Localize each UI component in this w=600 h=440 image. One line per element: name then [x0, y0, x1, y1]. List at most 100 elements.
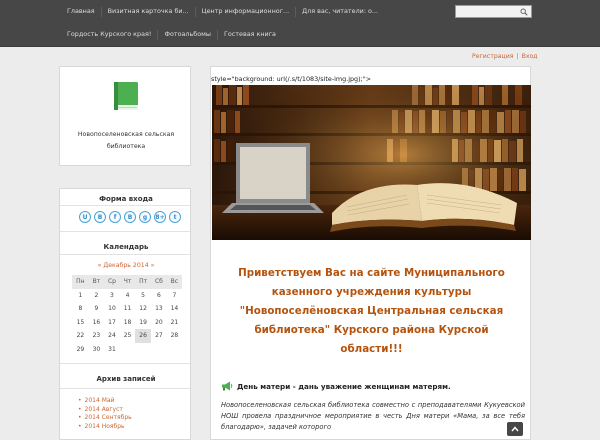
vk-login-icon[interactable]: В — [94, 211, 106, 223]
welcome-heading: Приветствуем Вас на сайте Муниципального… — [238, 267, 505, 355]
nav-divider — [100, 7, 102, 17]
calendar-day[interactable]: 10 — [104, 302, 120, 316]
calendar-day[interactable]: 16 — [89, 316, 104, 330]
nav-row-primary: Главная Визитная карточка би... Центр ин… — [67, 7, 378, 17]
main-content: style="background: url(/.s/t/1083/site-i… — [210, 66, 531, 440]
archive-link[interactable]: 2014 Сентябрь — [78, 414, 132, 423]
search-button[interactable] — [518, 6, 530, 17]
site-logo-text: Новопоселеновская сельская библиотека — [77, 131, 175, 150]
calendar-day[interactable]: 20 — [151, 316, 167, 330]
nav-divider — [157, 30, 159, 40]
calendar-day[interactable]: 4 — [120, 289, 135, 303]
calendar-day[interactable]: 14 — [167, 302, 182, 316]
calendar-day[interactable]: 19 — [135, 316, 151, 330]
calendar-day[interactable]: 3 — [104, 289, 120, 303]
register-link[interactable]: Регистрация — [472, 53, 514, 60]
calendar-day[interactable]: 23 — [89, 329, 104, 343]
google-login-icon[interactable]: g — [139, 211, 151, 223]
vk-alt-login-icon[interactable]: В — [124, 211, 136, 223]
calendar-day[interactable]: 8 — [72, 302, 89, 316]
facebook-login-icon[interactable]: f — [109, 211, 121, 223]
archive-link[interactable]: 2014 Ноябрь — [78, 423, 132, 432]
calendar-day — [135, 343, 151, 357]
nav-row-secondary: Гордость Курского края! Фотоальбомы Гост… — [67, 30, 276, 40]
weekday-label: Вт — [88, 275, 104, 289]
nav-item-info-center[interactable]: Центр информационног... — [202, 7, 290, 17]
calendar-week-row: 8 9 10 11 12 13 14 — [72, 302, 182, 316]
calendar-day[interactable]: 2 — [89, 289, 104, 303]
calendar-day[interactable]: 27 — [151, 329, 167, 343]
calendar-week-row: 29 30 31 — [72, 343, 182, 357]
calendar-day[interactable]: 28 — [167, 329, 182, 343]
weekday-label: Ср — [103, 275, 120, 289]
twitter-login-icon[interactable]: t — [169, 211, 181, 223]
calendar-month-nav[interactable]: « Декабрь 2014 » — [60, 262, 192, 269]
calendar-title: Календарь — [103, 243, 149, 251]
calendar-day[interactable]: 29 — [72, 343, 89, 357]
divider — [60, 388, 192, 389]
top-navigation: Главная Визитная карточка би... Центр ин… — [0, 0, 600, 47]
calendar-grid: Пн Вт Ср Чт Пт Сб Вс 1 2 3 4 5 6 7 8 9 1… — [72, 275, 182, 356]
login-link[interactable]: Вход — [522, 53, 538, 60]
chevron-up-icon — [511, 426, 519, 432]
calendar-week-row: 15 16 17 18 19 20 21 — [72, 316, 182, 330]
calendar-day[interactable]: 13 — [151, 302, 167, 316]
weekday-label: Пн — [72, 275, 89, 289]
book-logo-icon[interactable] — [112, 81, 140, 113]
login-form-title: Форма входа — [99, 195, 153, 203]
nav-item-business-card[interactable]: Визитная карточка би... — [108, 7, 189, 17]
calendar-day[interactable]: 18 — [120, 316, 135, 330]
calendar-week-row: 22 23 24 25 26 27 28 — [72, 329, 182, 343]
calendar-day[interactable]: 31 — [104, 343, 120, 357]
calendar-day[interactable]: 25 — [120, 329, 135, 343]
calendar-day-today[interactable]: 26 — [135, 329, 152, 343]
calendar-day[interactable]: 17 — [104, 316, 120, 330]
nav-item-photo-albums[interactable]: Фотоальбомы — [164, 30, 211, 40]
news-title: День матери - дань уважение женщинам мат… — [221, 381, 451, 391]
calendar-day[interactable]: 1 — [72, 289, 89, 303]
stray-code-text: style="background: url(/.s/t/1083/site-i… — [211, 75, 372, 83]
social-login-buttons: U В f В g 8+ t — [79, 211, 181, 223]
ucoz-login-icon[interactable]: U — [79, 211, 91, 223]
calendar-day[interactable]: 15 — [72, 316, 89, 330]
google-plus-login-icon[interactable]: 8+ — [154, 211, 166, 223]
calendar-day[interactable]: 21 — [167, 316, 182, 330]
search-input[interactable] — [457, 7, 517, 16]
calendar-weekday-row: Пн Вт Ср Чт Пт Сб Вс — [72, 275, 182, 289]
weekday-label: Пт — [135, 275, 152, 289]
search-icon — [520, 7, 528, 16]
calendar-day[interactable]: 11 — [120, 302, 135, 316]
calendar-day[interactable]: 7 — [167, 289, 182, 303]
archive-link[interactable]: 2014 Август — [78, 406, 132, 415]
auth-separator: | — [516, 53, 519, 60]
calendar-day[interactable]: 24 — [104, 329, 120, 343]
archive-link[interactable]: 2014 Май — [78, 397, 132, 406]
calendar-day — [151, 343, 167, 357]
calendar-day[interactable]: 12 — [135, 302, 151, 316]
sidebar-widgets: Форма входа U В f В g 8+ t Календарь « Д… — [59, 188, 192, 440]
nav-divider — [295, 7, 297, 17]
nav-divider — [216, 30, 218, 40]
calendar-day — [167, 343, 182, 357]
nav-item-for-readers[interactable]: Для вас, читатели: о... — [302, 7, 378, 17]
calendar-day[interactable]: 30 — [89, 343, 104, 357]
nav-divider — [194, 7, 196, 17]
nav-item-guestbook[interactable]: Гостевая книга — [224, 30, 276, 40]
news-title-text[interactable]: День матери - дань уважение женщинам мат… — [237, 382, 451, 391]
nav-item-home[interactable]: Главная — [67, 7, 95, 17]
scroll-to-top-button[interactable] — [507, 422, 523, 436]
library-books-laptop-image — [212, 85, 531, 240]
calendar-day — [120, 343, 135, 357]
divider — [60, 363, 192, 364]
news-body: Новопоселеновская сельская библиотека со… — [221, 401, 525, 431]
calendar-day[interactable]: 5 — [135, 289, 151, 303]
divider — [60, 254, 192, 255]
calendar-day[interactable]: 6 — [151, 289, 167, 303]
nav-item-pride-kursk[interactable]: Гордость Курского края! — [67, 30, 151, 40]
weekday-label: Сб — [151, 275, 167, 289]
calendar-day[interactable]: 22 — [72, 329, 89, 343]
auth-links: Регистрация | Вход — [472, 53, 538, 60]
calendar-day[interactable]: 9 — [89, 302, 104, 316]
archive-title: Архив записей — [96, 375, 156, 383]
site-logo-box: Новопоселеновская сельская библиотека — [59, 66, 191, 166]
